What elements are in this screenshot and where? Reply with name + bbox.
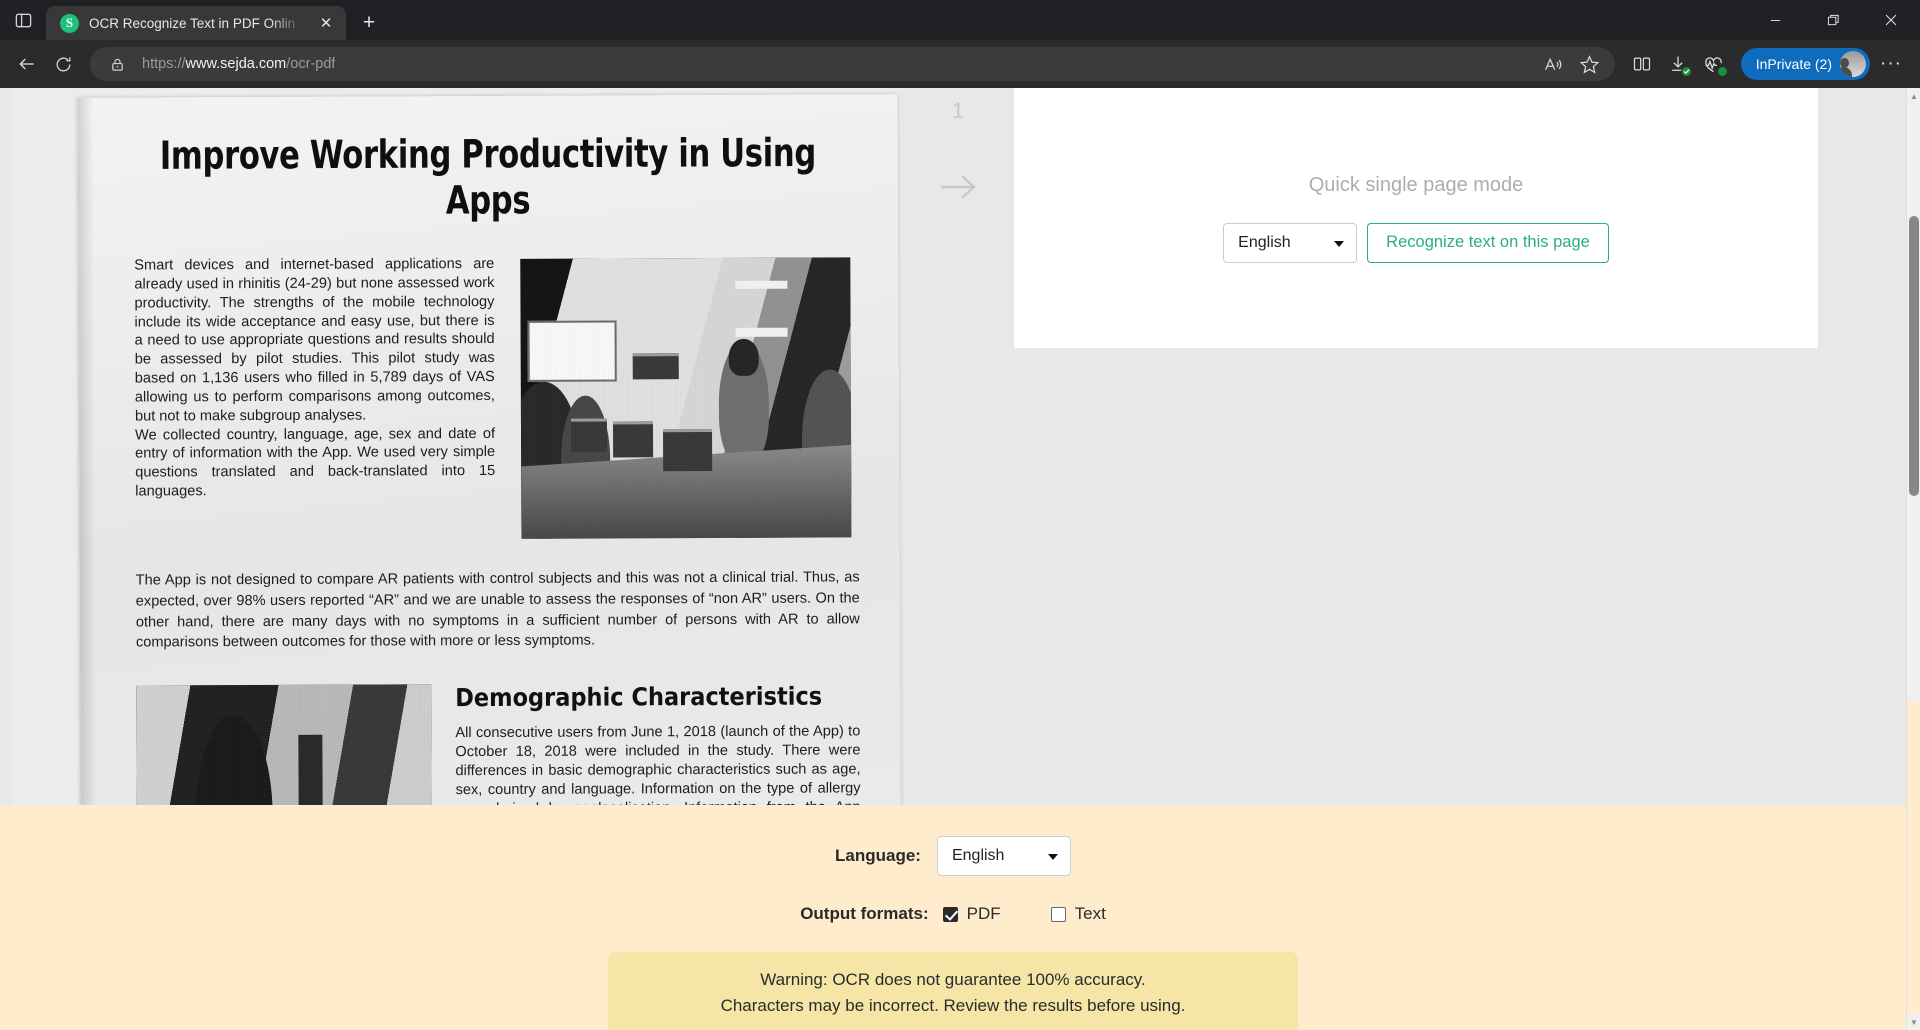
tab-title: OCR Recognize Text in PDF Onlin	[89, 16, 304, 31]
minimize-button[interactable]	[1746, 0, 1804, 40]
essentials-status-badge	[1717, 66, 1728, 77]
star-icon[interactable]	[1573, 47, 1607, 81]
scroll-up-arrow-icon[interactable]: ▲	[1907, 88, 1920, 104]
page-scrollbar[interactable]: ▲ ▼	[1906, 88, 1920, 1030]
document-heading-2: Demographic Characteristics	[455, 682, 860, 712]
sejda-favicon: S	[60, 14, 79, 33]
scrollbar-overlay-tint	[1907, 701, 1920, 1014]
url-host: www.sejda.com	[186, 56, 287, 72]
reload-icon[interactable]	[46, 47, 80, 81]
url-text: https://www.sejda.com/ocr-pdf	[142, 56, 335, 72]
ocr-warning-box: Warning: OCR does not guarantee 100% acc…	[608, 952, 1298, 1030]
document-title: Improve Working Productivity in Using Ap…	[155, 131, 821, 225]
recognize-this-page-button[interactable]: Recognize text on this page	[1367, 223, 1609, 263]
document-paragraph-3: The App is not designed to compare AR pa…	[136, 568, 860, 654]
document-paragraph-1: Smart devices and internet-based applica…	[134, 255, 495, 426]
document-two-column-block: Smart devices and internet-based applica…	[134, 254, 859, 541]
scroll-down-arrow-icon[interactable]: ▼	[1907, 1014, 1920, 1030]
browser-titlebar: S OCR Recognize Text in PDF Onlin ✕ +	[0, 0, 1920, 40]
browser-window: S OCR Recognize Text in PDF Onlin ✕ +	[0, 0, 1920, 1030]
url-prefix: https://	[142, 56, 186, 72]
scrollbar-thumb[interactable]	[1909, 216, 1919, 496]
settings-and-more-button[interactable]: ···	[1872, 47, 1910, 81]
page-number: 1	[902, 98, 1014, 124]
lock-icon[interactable]	[106, 53, 128, 75]
output-formats-row: Output formats: PDF Text	[0, 904, 1906, 924]
chevron-down-icon	[1334, 241, 1344, 247]
meeting-room-photo	[520, 258, 851, 539]
browser-tab[interactable]: S OCR Recognize Text in PDF Onlin ✕	[46, 6, 346, 40]
ocr-options-bar: Language: English Output formats: PDF Te…	[0, 805, 1906, 1030]
avatar-icon	[1840, 51, 1866, 77]
address-bar[interactable]: https://www.sejda.com/ocr-pdf	[90, 47, 1615, 81]
ocr-language-value: English	[952, 847, 1004, 865]
download-complete-badge	[1681, 66, 1692, 77]
inprivate-indicator[interactable]: InPrivate (2)	[1741, 48, 1870, 80]
quick-language-value: English	[1238, 234, 1290, 252]
document-left-column: Smart devices and internet-based applica…	[134, 255, 495, 501]
window-controls	[1746, 0, 1920, 40]
quick-mode-hint: Quick single page mode	[1309, 174, 1524, 197]
next-page-arrow-icon[interactable]	[902, 170, 1014, 204]
read-aloud-icon[interactable]	[1537, 47, 1571, 81]
browser-essentials-icon[interactable]	[1697, 47, 1731, 81]
page-viewport: Improve Working Productivity in Using Ap…	[0, 88, 1920, 1030]
text-label: Text	[1075, 904, 1106, 924]
text-checkbox[interactable]	[1051, 907, 1066, 922]
output-formats-label: Output formats:	[800, 904, 928, 924]
inprivate-label: InPrivate (2)	[1756, 56, 1832, 72]
chevron-down-icon	[1048, 854, 1058, 860]
new-tab-button[interactable]: +	[352, 6, 386, 40]
format-option-text[interactable]: Text	[1051, 904, 1106, 924]
window-close-button[interactable]	[1862, 0, 1920, 40]
split-screen-icon[interactable]	[1625, 47, 1659, 81]
warning-line-1: Warning: OCR does not guarantee 100% acc…	[628, 967, 1278, 993]
language-label: Language:	[835, 846, 921, 866]
tab-actions-icon[interactable]	[0, 0, 46, 40]
quick-language-select[interactable]: English	[1223, 223, 1357, 263]
language-row: Language: English	[0, 836, 1906, 876]
maximize-button[interactable]	[1804, 0, 1862, 40]
ocr-language-select[interactable]: English	[937, 836, 1071, 876]
browser-toolbar: https://www.sejda.com/ocr-pdf	[0, 40, 1920, 88]
back-icon[interactable]	[10, 47, 44, 81]
warning-line-2: Characters may be incorrect. Review the …	[628, 993, 1278, 1019]
format-option-pdf[interactable]: PDF	[943, 904, 1001, 924]
url-path: /ocr-pdf	[286, 56, 335, 72]
pdf-label: PDF	[967, 904, 1001, 924]
downloads-icon[interactable]	[1661, 47, 1695, 81]
quick-mode-controls: English Recognize text on this page	[1223, 223, 1609, 263]
close-icon[interactable]: ✕	[314, 11, 338, 35]
pdf-checkbox[interactable]	[943, 907, 958, 922]
document-paragraph-2: We collected country, language, age, sex…	[135, 425, 495, 502]
omnibox-actions	[1537, 47, 1607, 81]
quick-single-page-card: Quick single page mode English Recognize…	[1014, 88, 1818, 348]
